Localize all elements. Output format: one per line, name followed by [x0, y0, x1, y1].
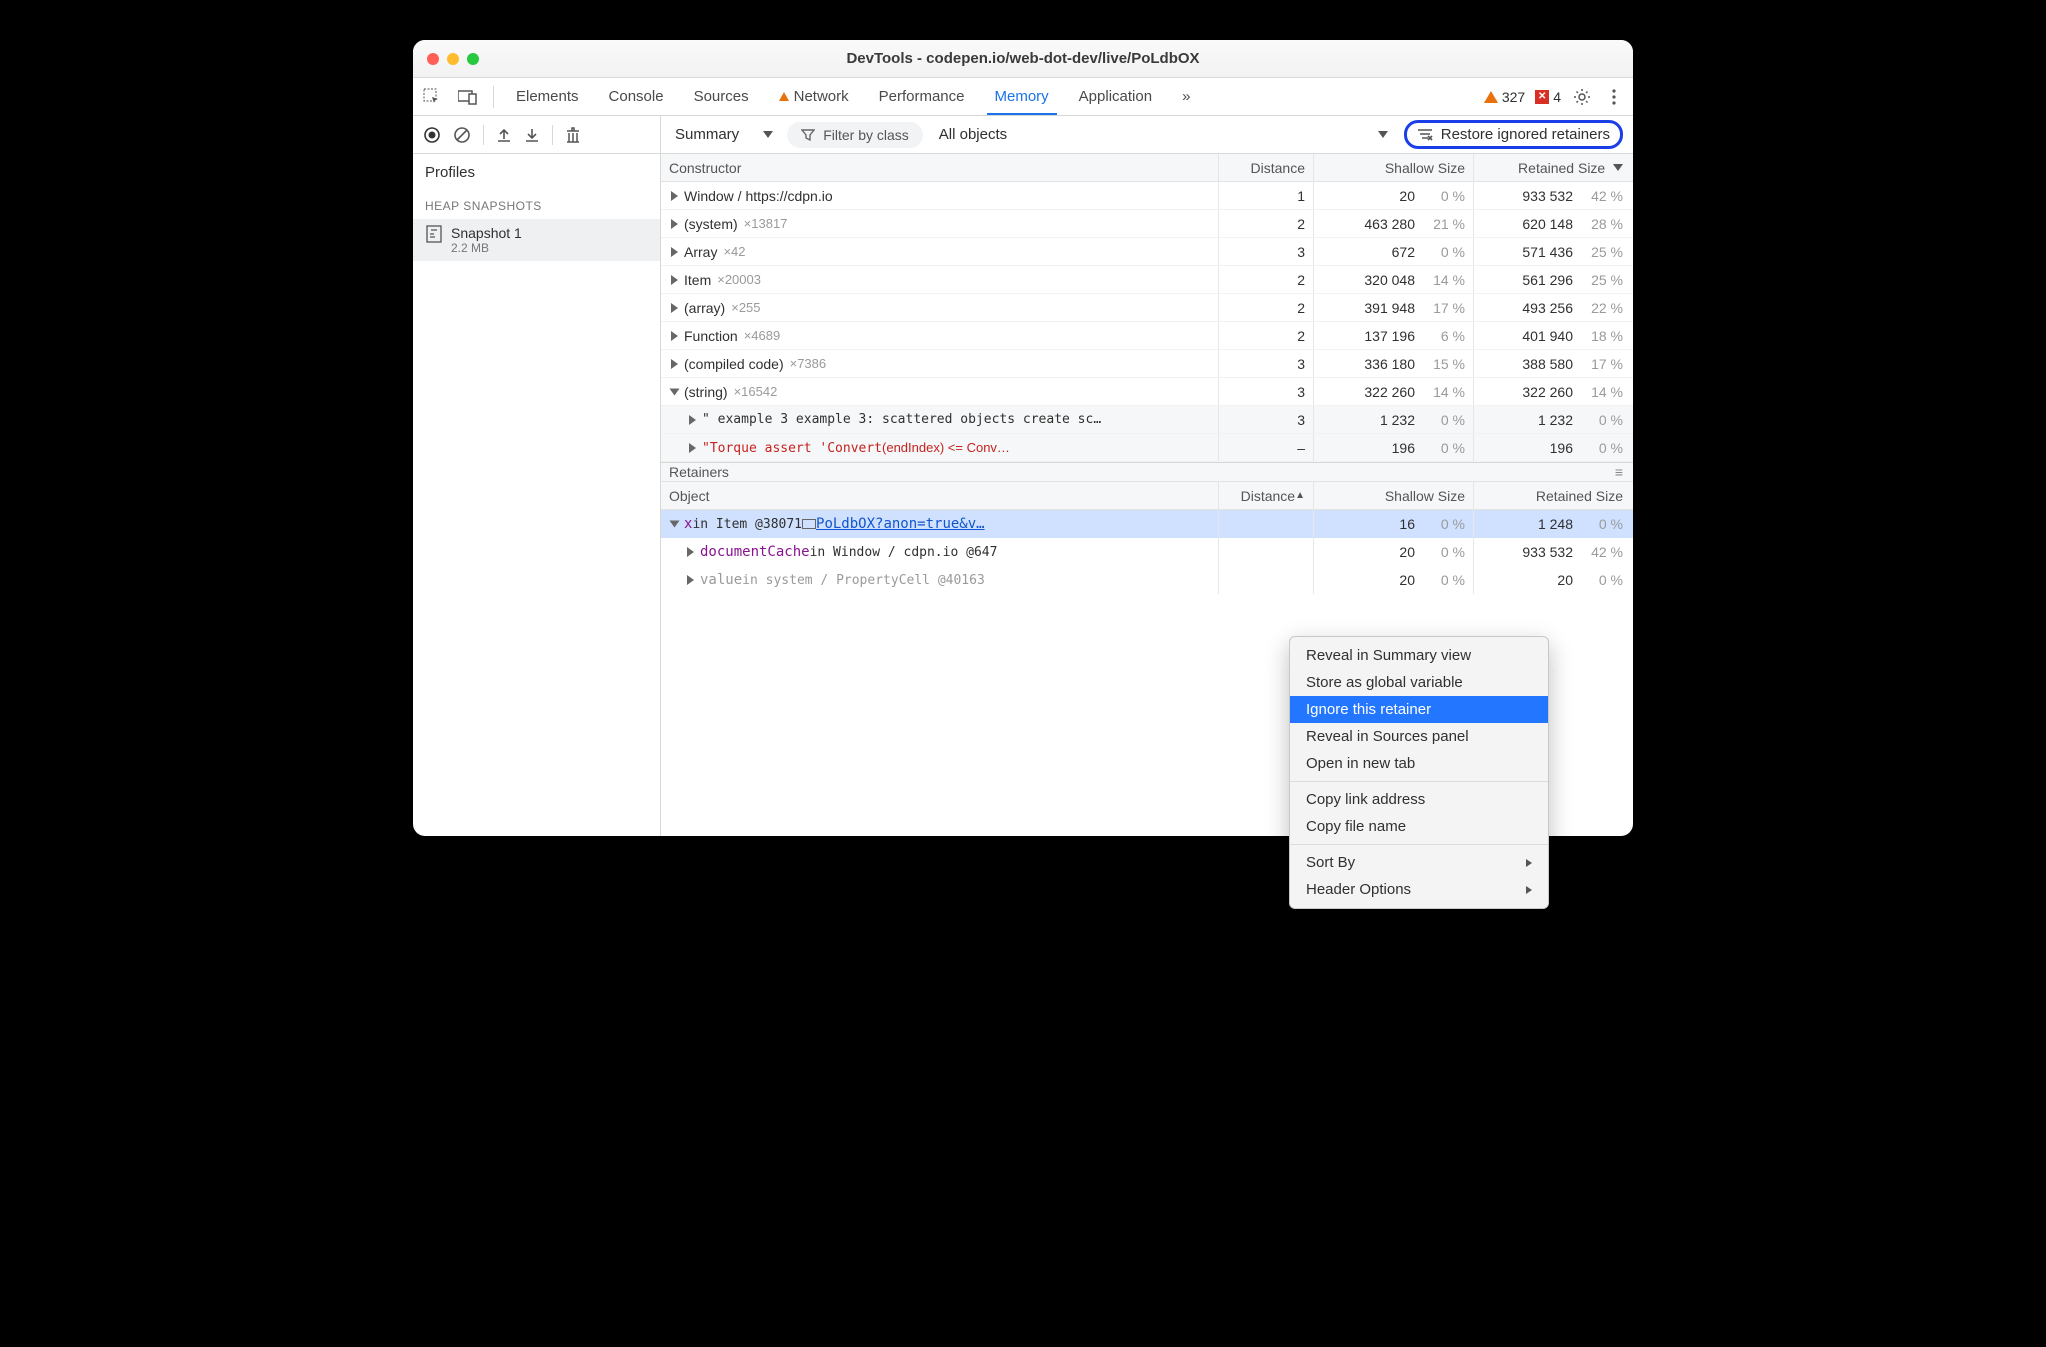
tab-sources[interactable]: Sources — [686, 80, 757, 114]
more-tabs-button[interactable]: » — [1174, 80, 1198, 113]
expand-icon[interactable] — [671, 191, 678, 201]
record-icon[interactable] — [423, 126, 441, 144]
context-menu-item[interactable]: Header Options — [1290, 876, 1548, 903]
expand-icon[interactable] — [670, 521, 680, 528]
context-menu-item[interactable]: Reveal in Sources panel — [1290, 723, 1548, 750]
col-shallow[interactable]: Shallow Size — [1313, 154, 1473, 181]
menu-icon[interactable]: ≡ — [1615, 464, 1623, 480]
heap-snapshots-header: HEAP SNAPSHOTS — [413, 193, 660, 219]
error-icon: ✕ — [1535, 90, 1549, 104]
context-menu-item[interactable]: Store as global variable — [1290, 669, 1548, 696]
snapshot-icon — [425, 225, 443, 243]
restore-icon — [1417, 128, 1433, 142]
col-distance[interactable]: Distance▲ — [1218, 482, 1313, 509]
gc-icon[interactable] — [565, 126, 581, 144]
kebab-menu-icon[interactable] — [1603, 86, 1625, 108]
gear-icon[interactable] — [1571, 86, 1593, 108]
table-row[interactable]: " example 3 example 3: scattered objects… — [661, 406, 1633, 434]
profiles-title: Profiles — [413, 154, 660, 193]
table-row[interactable]: Array×42 3 6720 % 571 43625 % — [661, 238, 1633, 266]
tab-network[interactable]: Network — [771, 80, 857, 114]
snapshot-item[interactable]: Snapshot 1 2.2 MB — [413, 219, 660, 261]
col-object[interactable]: Object — [661, 488, 1218, 504]
filter-icon — [801, 128, 815, 142]
table-header: Constructor Distance Shallow Size Retain… — [661, 154, 1633, 182]
tab-application[interactable]: Application — [1071, 80, 1160, 114]
table-row[interactable]: (array)×255 2 391 94817 % 493 25622 % — [661, 294, 1633, 322]
memory-toolbar: Summary Filter by class All objects Rest… — [661, 116, 1633, 154]
tab-memory[interactable]: Memory — [987, 80, 1057, 115]
download-icon[interactable] — [524, 127, 540, 143]
upload-icon[interactable] — [496, 127, 512, 143]
context-menu-item[interactable]: Copy link address — [1290, 786, 1548, 813]
submenu-icon — [1526, 886, 1532, 894]
context-menu-item[interactable]: Reveal in Summary view — [1290, 642, 1548, 669]
titlebar: DevTools - codepen.io/web-dot-dev/live/P… — [413, 40, 1633, 78]
col-retained[interactable]: Retained Size — [1473, 154, 1633, 181]
profiles-sidebar: Profiles HEAP SNAPSHOTS Snapshot 1 2.2 M… — [413, 116, 661, 836]
perspective-dropdown[interactable]: Summary — [671, 122, 777, 147]
expand-icon[interactable] — [671, 275, 678, 285]
col-retained[interactable]: Retained Size — [1473, 482, 1633, 509]
retainer-row[interactable]: x in Item @38071 PoLdbOX?anon=true&v… 16… — [661, 510, 1633, 538]
table-row[interactable]: (compiled code)×7386 3 336 18015 % 388 5… — [661, 350, 1633, 378]
tab-console[interactable]: Console — [601, 80, 672, 114]
submenu-icon — [1526, 859, 1532, 867]
retainers-table-header: Object Distance▲ Shallow Size Retained S… — [661, 482, 1633, 510]
tab-performance[interactable]: Performance — [871, 80, 973, 114]
context-menu-item[interactable]: Copy file name — [1290, 813, 1548, 840]
table-row[interactable]: "Torque assert 'Convert(endIndex) <= Con… — [661, 434, 1633, 462]
col-constructor[interactable]: Constructor — [661, 160, 1218, 176]
table-row[interactable]: Function×4689 2 137 1966 % 401 94018 % — [661, 322, 1633, 350]
expand-icon[interactable] — [671, 331, 678, 341]
sort-desc-icon — [1613, 164, 1623, 171]
retainer-row[interactable]: documentCache in Window / cdpn.io @647 2… — [661, 538, 1633, 566]
context-menu-item[interactable]: Sort By — [1290, 849, 1548, 876]
chevron-down-icon — [763, 131, 773, 138]
devtools-window: DevTools - codepen.io/web-dot-dev/live/P… — [413, 40, 1633, 836]
clear-icon[interactable] — [453, 126, 471, 144]
restore-ignored-retainers-button[interactable]: Restore ignored retainers — [1404, 120, 1623, 149]
table-row[interactable]: Item×20003 2 320 04814 % 561 29625 % — [661, 266, 1633, 294]
panel-tabbar: Elements Console Sources Network Performance… — [413, 78, 1633, 116]
warning-icon — [1484, 91, 1498, 103]
col-distance[interactable]: Distance — [1218, 154, 1313, 181]
context-menu: Reveal in Summary viewStore as global va… — [1289, 636, 1549, 909]
col-shallow[interactable]: Shallow Size — [1313, 482, 1473, 509]
context-menu-item[interactable]: Open in new tab — [1290, 750, 1548, 777]
snapshot-size: 2.2 MB — [451, 241, 522, 255]
retainers-header[interactable]: Retainers ≡ — [661, 462, 1633, 482]
device-toolbar-icon[interactable] — [457, 86, 479, 108]
snapshot-name: Snapshot 1 — [451, 225, 522, 241]
warnings-badge[interactable]: 327 — [1484, 89, 1525, 105]
expand-icon[interactable] — [671, 303, 678, 313]
separator — [493, 86, 494, 108]
expand-icon[interactable] — [671, 359, 678, 369]
table-row[interactable]: (string)×16542 3 322 26014 % 322 26014 % — [661, 378, 1633, 406]
expand-icon[interactable] — [687, 575, 694, 585]
retainer-row[interactable]: value in system / PropertyCell @40163 20… — [661, 566, 1633, 594]
tab-elements[interactable]: Elements — [508, 80, 587, 114]
context-menu-item[interactable]: Ignore this retainer — [1290, 696, 1548, 723]
table-row[interactable]: (system)×13817 2 463 28021 % 620 14828 % — [661, 210, 1633, 238]
sidebar-toolbar — [413, 116, 660, 154]
table-row[interactable]: Window / https://cdpn.io 1 200 % 933 532… — [661, 182, 1633, 210]
warning-icon — [779, 92, 789, 101]
expand-icon[interactable] — [689, 415, 696, 425]
expand-icon[interactable] — [670, 388, 680, 395]
content-area: Summary Filter by class All objects Rest… — [661, 116, 1633, 836]
expand-icon[interactable] — [671, 247, 678, 257]
class-filter-input[interactable]: Filter by class — [787, 122, 923, 148]
expand-icon[interactable] — [687, 547, 694, 557]
chevron-down-icon[interactable] — [1378, 131, 1388, 138]
inspect-icon[interactable] — [421, 86, 443, 108]
window-title: DevTools - codepen.io/web-dot-dev/live/P… — [413, 50, 1633, 67]
errors-badge[interactable]: ✕4 — [1535, 89, 1561, 105]
expand-icon[interactable] — [671, 219, 678, 229]
expand-icon[interactable] — [689, 443, 696, 453]
objects-filter-dropdown[interactable]: All objects — [939, 126, 1007, 143]
